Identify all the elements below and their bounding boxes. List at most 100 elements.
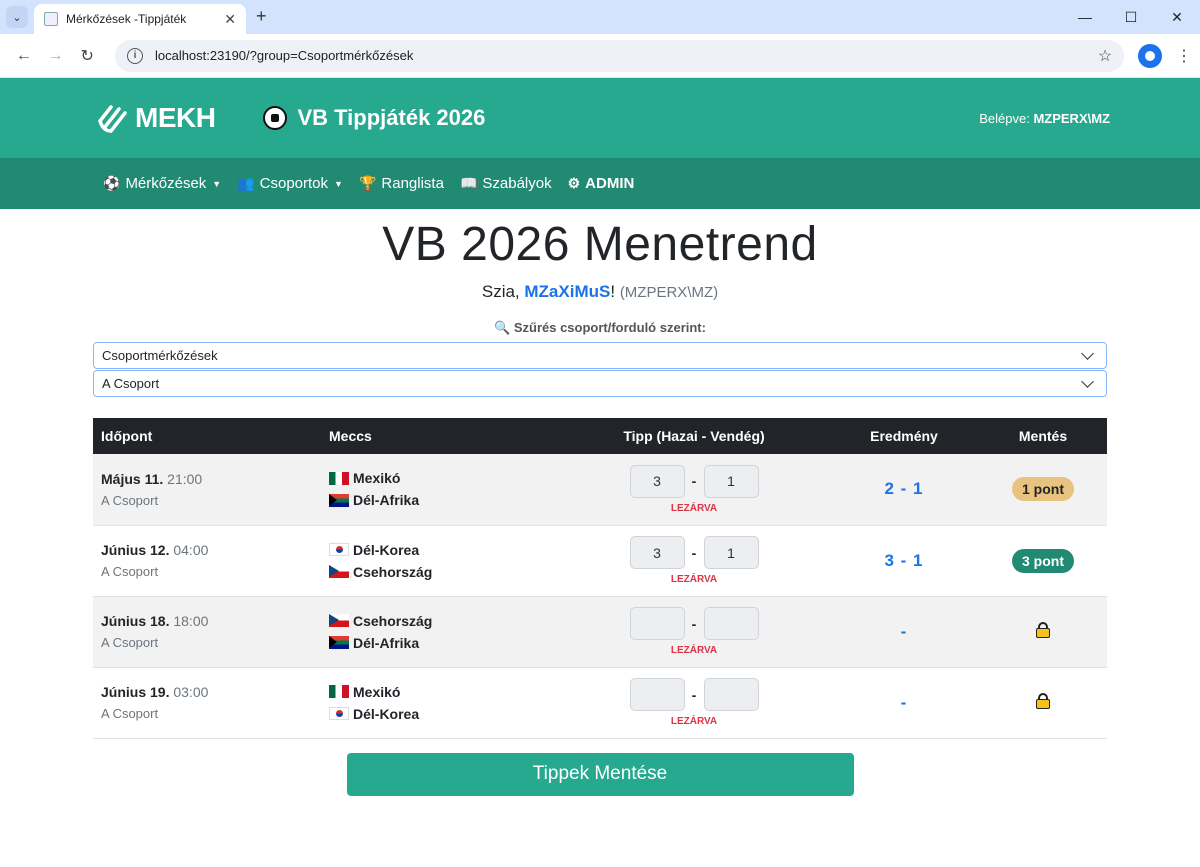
login-info: Belépve: MZPERX\MZ [979, 111, 1110, 126]
tip-cell: 3 - 1 LEZÁRVA [559, 454, 829, 525]
address-bar: ← → ↻ i localhost:23190/?group=Csoportmé… [0, 34, 1200, 78]
save-cell: 3 pont [979, 525, 1107, 596]
header-tip: Tipp (Hazai - Vendég) [623, 428, 765, 444]
match-time-cell: Június 19. 03:00 A Csoport [93, 667, 329, 738]
save-cell [979, 667, 1107, 738]
away-team-name: Dél-Afrika [353, 634, 420, 651]
nav-ranking[interactable]: 🏆 Ranglista [359, 175, 444, 192]
home-team: Dél-Korea [329, 539, 559, 561]
header-save: Mentés [1018, 428, 1068, 444]
lock-icon [1036, 622, 1050, 638]
locked-label: LEZÁRVA [670, 645, 718, 656]
logo-text: MEKH [135, 102, 216, 133]
save-cell: 1 pont [979, 454, 1107, 525]
tip-separator: - [691, 615, 697, 632]
flag-kr-icon [329, 707, 349, 720]
nav-rules[interactable]: 📖 Szabályok [460, 175, 552, 192]
tab-title: Mérkőzések -Tippjáték [66, 12, 187, 26]
save-tips-button[interactable]: Tippek Mentése [346, 752, 854, 796]
group-select[interactable]: A Csoport [93, 370, 1107, 397]
match-result: - [900, 692, 908, 712]
locked-label: LEZÁRVA [670, 502, 718, 514]
table-row: Május 11. 21:00 A Csoport Mexikó Dél-Afr… [93, 454, 1107, 525]
tip-home-input[interactable] [629, 607, 685, 640]
points-badge: 3 pont [1012, 548, 1074, 573]
back-icon[interactable]: ← [8, 47, 40, 65]
stage-select-value: Csoportmérkőzések [102, 348, 218, 363]
chevron-down-icon [1081, 374, 1094, 388]
browser-tab[interactable]: Mérkőzések -Tippjáték ✕ [34, 4, 246, 34]
match-group: A Csoport [101, 635, 159, 650]
mekh-logo[interactable]: MEKH [97, 101, 216, 135]
bookmark-star-icon[interactable]: ☆ [1098, 46, 1112, 66]
new-tab-icon[interactable]: + [256, 6, 267, 27]
url-input[interactable]: i localhost:23190/?group=Csoportmérkőzés… [114, 39, 1125, 72]
stage-select[interactable]: Csoportmérkőzések [93, 342, 1107, 369]
home-team-name: Dél-Korea [353, 541, 420, 558]
app-title: VB Tippjáték 2026 [263, 105, 485, 131]
match-teams-cell: Dél-Korea Csehország [329, 525, 559, 596]
match-date: Június 18. [101, 613, 170, 629]
tab-close-icon[interactable]: ✕ [224, 11, 236, 28]
match-time: 18:00 [173, 613, 209, 629]
tip-away-input[interactable]: 1 [703, 464, 759, 498]
tip-cell: - LEZÁRVA [559, 596, 829, 667]
login-user: MZPERX\MZ [1033, 110, 1110, 126]
nav-groups-label: Csoportok [259, 175, 329, 192]
table-row: Június 18. 18:00 A Csoport Csehország Dé… [93, 596, 1107, 667]
tip-away-input[interactable] [703, 678, 759, 711]
caret-down-icon: ▼ [212, 178, 222, 189]
nav-groups[interactable]: 👥 Csoportok ▼ [237, 175, 343, 192]
tab-search-button[interactable]: ⌄ [6, 6, 28, 28]
table-row: Június 19. 03:00 A Csoport Mexikó Dél-Ko… [93, 667, 1107, 738]
matches-table: Időpont Meccs Tipp (Hazai - Vendég) Ered… [93, 418, 1107, 739]
result-cell: - [829, 667, 979, 738]
tip-home-input[interactable] [629, 678, 685, 711]
match-date: Június 12. [101, 542, 170, 558]
nav-admin[interactable]: ⚙ ADMIN [568, 175, 635, 192]
tip-home-input[interactable]: 3 [629, 464, 685, 498]
match-result: 3 - 1 [884, 550, 924, 570]
filter-label-text: Szűrés csoport/forduló szerint: [513, 320, 706, 335]
header-result: Eredmény [870, 428, 938, 444]
match-time-cell: Június 12. 04:00 A Csoport [93, 525, 329, 596]
away-team-name: Csehország [353, 563, 433, 580]
home-team: Csehország [329, 610, 559, 632]
home-team-name: Mexikó [353, 470, 401, 487]
tip-away-input[interactable]: 1 [703, 536, 759, 569]
gear-icon: ⚙ [567, 175, 581, 191]
maximize-icon[interactable]: ☐ [1108, 0, 1154, 34]
site-info-icon[interactable]: i [126, 47, 143, 64]
profile-avatar-icon[interactable] [1138, 43, 1162, 68]
minimize-icon[interactable]: — [1062, 0, 1108, 34]
reload-icon[interactable]: ↻ [71, 46, 103, 66]
match-teams-cell: Csehország Dél-Afrika [329, 596, 559, 667]
flag-cz-icon [329, 614, 349, 627]
tip-home-input[interactable]: 3 [629, 536, 685, 569]
save-cell [979, 596, 1107, 667]
match-group: A Csoport [101, 564, 159, 579]
flag-kr-icon [329, 543, 349, 556]
away-team: Dél-Korea [329, 703, 559, 725]
trophy-icon: 🏆 [358, 175, 377, 191]
main-content: VB 2026 Menetrend Szia, MZaXiMuS! (MZPER… [93, 217, 1107, 796]
browser-menu-icon[interactable]: ⋮ [1176, 46, 1192, 66]
tip-away-input[interactable] [703, 607, 759, 640]
soccer-ball-icon [263, 106, 288, 130]
chevron-down-icon [1081, 346, 1094, 360]
mekh-logo-icon [98, 105, 127, 133]
forward-icon[interactable]: → [40, 47, 72, 65]
flag-mx-icon [329, 471, 349, 485]
browser-tabbar: ⌄ Mérkőzések -Tippjáték ✕ + — ☐ ✕ [0, 0, 1200, 34]
close-window-icon[interactable]: ✕ [1154, 0, 1200, 34]
away-team-name: Dél-Korea [353, 705, 420, 722]
locked-label: LEZÁRVA [670, 574, 718, 585]
url-text: localhost:23190/?group=Csoportmérkőzések [154, 48, 414, 63]
app-title-text: VB Tippjáték 2026 [297, 105, 486, 130]
caret-down-icon: ▼ [334, 178, 343, 189]
away-team: Dél-Afrika [329, 489, 559, 511]
match-date: Június 19. [101, 684, 170, 700]
nav-matches[interactable]: ⚽ Mérkőzések ▼ [103, 175, 221, 192]
away-team-name: Dél-Afrika [353, 492, 420, 509]
home-team-name: Mexikó [353, 683, 401, 700]
